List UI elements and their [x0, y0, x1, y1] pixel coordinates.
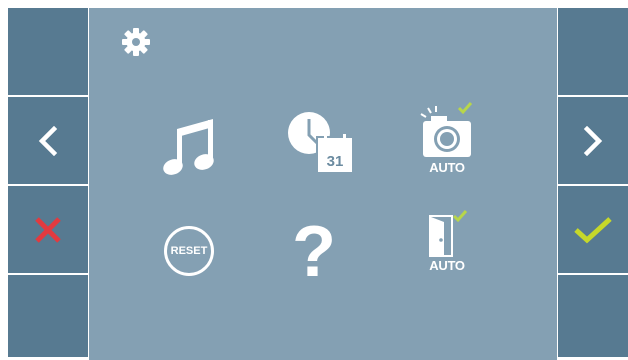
check-icon [457, 102, 473, 115]
left-panel [8, 8, 88, 360]
camera-icon [420, 102, 473, 157]
door-auto-label: AUTO [429, 258, 465, 273]
clock-calendar-icon: 31 [288, 112, 352, 172]
help-menu-item[interactable]: ? [289, 216, 339, 292]
next-button[interactable] [558, 97, 628, 184]
door-check-icon [452, 210, 468, 223]
reset-icon: RESET [164, 226, 214, 276]
music-note-icon [163, 119, 214, 175]
cancel-button[interactable] [8, 186, 88, 273]
camera-auto-menu-item[interactable]: AUTO [417, 102, 477, 182]
melody-menu-item[interactable] [161, 115, 221, 179]
left-panel-blank-top [8, 8, 88, 95]
left-panel-blank-bottom [8, 275, 88, 357]
gear-icon [122, 28, 150, 56]
right-panel [558, 8, 628, 360]
date-time-menu-item[interactable]: 31 [286, 108, 356, 178]
intercom-screen: 31 AUTO RESET ? AUTO [0, 0, 628, 360]
reset-menu-item[interactable]: RESET [161, 226, 217, 282]
door-icon [429, 210, 468, 257]
help-icon: ? [292, 212, 336, 292]
close-icon [35, 216, 61, 243]
chevron-left-icon [38, 125, 58, 156]
prev-button[interactable] [8, 97, 88, 184]
check-icon [574, 216, 612, 243]
camera-auto-label: AUTO [429, 160, 465, 175]
main-menu-area: 31 AUTO RESET ? AUTO [89, 8, 557, 360]
confirm-button[interactable] [558, 186, 628, 273]
chevron-right-icon [583, 125, 603, 156]
right-panel-blank-bottom [558, 275, 628, 357]
reset-label: RESET [170, 245, 208, 257]
right-panel-blank-top [558, 8, 628, 95]
calendar-day-number: 31 [327, 153, 344, 170]
door-auto-menu-item[interactable]: AUTO [422, 208, 472, 288]
